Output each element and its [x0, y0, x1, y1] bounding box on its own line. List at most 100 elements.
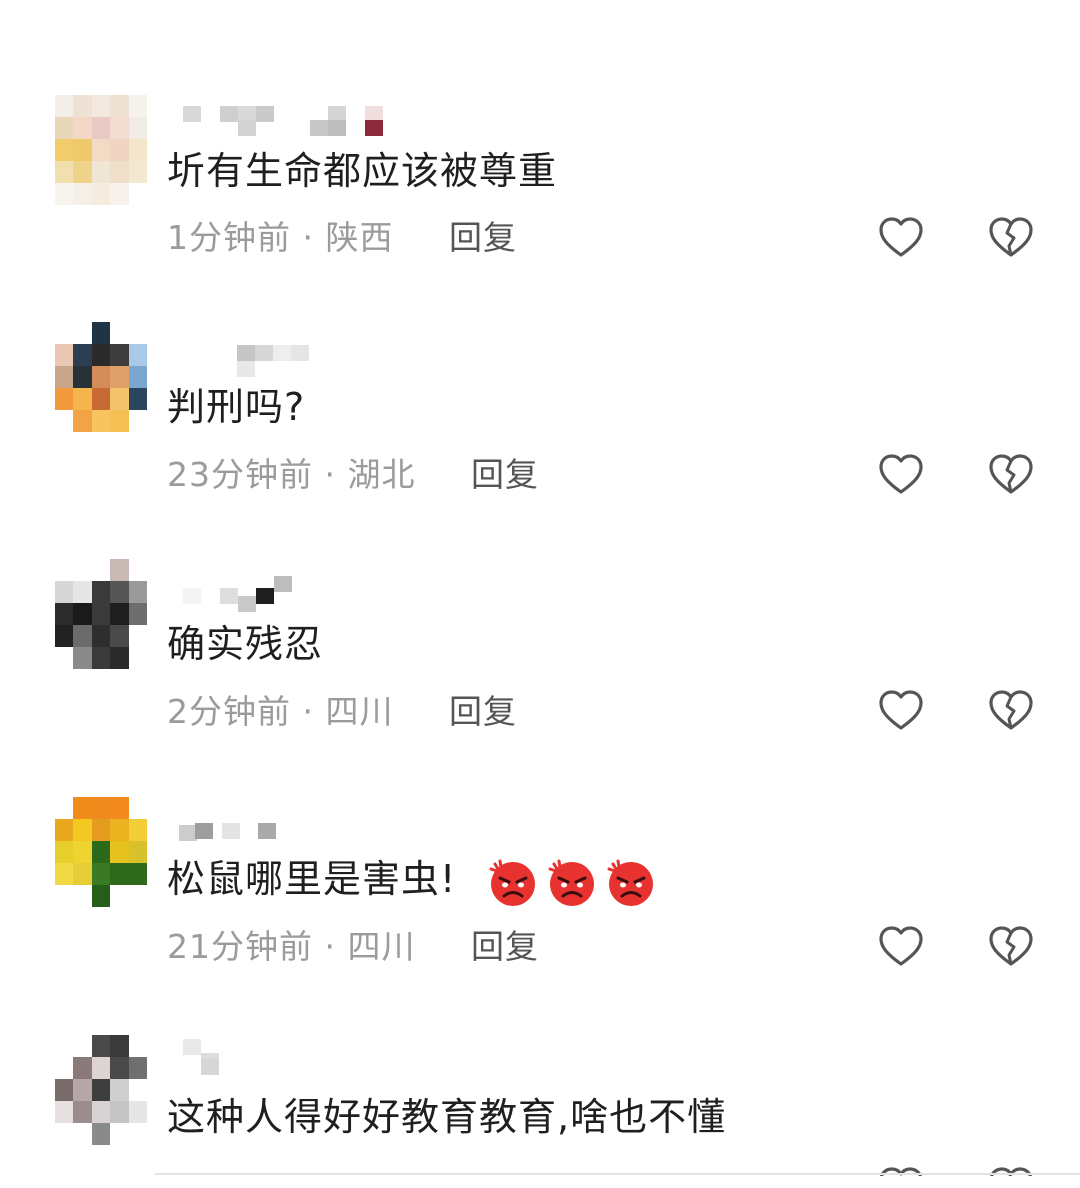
avatar-mosaic-tile	[91, 344, 111, 366]
comment-location: 陕西	[325, 218, 394, 257]
reply-button[interactable]: 回复	[449, 690, 517, 734]
avatar-mosaic-tile	[73, 344, 92, 366]
avatar-mosaic-tile	[91, 388, 111, 410]
avatar-mosaic-tile	[110, 95, 129, 117]
avatar[interactable]	[55, 559, 147, 669]
avatar-mosaic-tile	[110, 161, 129, 183]
comment-text: 这种人得好好教育教育,啥也不懂	[167, 1093, 726, 1141]
avatar-mosaic-tile	[91, 95, 111, 117]
comment-meta: 23分钟前 · 湖北 回复	[167, 453, 539, 497]
avatar-mosaic-tile	[91, 1057, 111, 1079]
avatar-mosaic-tile	[128, 344, 147, 366]
comment-text-label: 确实残忍	[167, 622, 324, 666]
avatar-mosaic-tile	[73, 647, 92, 669]
username-pixelated[interactable]	[175, 1039, 405, 1075]
avatar-mosaic-tile	[55, 117, 74, 139]
avatar-mosaic-tile	[55, 841, 74, 863]
avatar-mosaic-tile	[73, 388, 92, 410]
username-mosaic-tile	[220, 588, 238, 604]
avatar-mosaic-tile	[91, 1035, 111, 1057]
username-mosaic-tile	[183, 106, 201, 122]
username-pixelated[interactable]	[175, 100, 405, 136]
username-mosaic-tile	[195, 823, 213, 839]
avatar[interactable]	[55, 95, 147, 205]
avatar-mosaic-tile	[91, 161, 111, 183]
comment-time: 23分钟前	[167, 455, 313, 494]
avatar[interactable]	[55, 1035, 147, 1145]
heart-icon[interactable]	[877, 923, 925, 971]
avatar-mosaic-tile	[91, 797, 111, 819]
avatar-mosaic-tile	[91, 819, 111, 841]
avatar-mosaic-tile	[128, 603, 147, 625]
avatar-mosaic-tile	[73, 841, 92, 863]
avatar-mosaic-tile	[128, 581, 147, 603]
broken-heart-icon[interactable]	[987, 923, 1035, 971]
avatar-mosaic-tile	[110, 366, 129, 388]
avatar-mosaic-tile	[55, 863, 74, 885]
avatar-mosaic-tile	[55, 1079, 74, 1101]
avatar-mosaic-tile	[91, 647, 111, 669]
comment-location: 四川	[347, 927, 416, 966]
avatar-mosaic-tile	[55, 161, 74, 183]
avatar-mosaic-tile	[73, 625, 92, 647]
avatar-mosaic-tile	[91, 625, 111, 647]
heart-icon[interactable]	[877, 687, 925, 735]
avatar-mosaic-tile	[128, 161, 147, 183]
avatar-mosaic-tile	[110, 410, 129, 432]
username-mosaic-tile	[238, 596, 256, 612]
avatar-mosaic-tile	[128, 117, 147, 139]
broken-heart-icon[interactable]	[987, 687, 1035, 735]
reply-button[interactable]: 回复	[449, 216, 517, 260]
meta-separator: ·	[324, 927, 336, 966]
avatar-mosaic-tile	[110, 388, 129, 410]
username-pixelated[interactable]	[175, 574, 405, 612]
heart-icon[interactable]	[877, 214, 925, 262]
avatar-mosaic-tile	[73, 1057, 92, 1079]
reply-button[interactable]: 回复	[471, 453, 539, 497]
avatar-mosaic-tile	[55, 344, 74, 366]
comment-item: 圻有生命都应该被尊重 1分钟前 · 陕西 回复	[0, 95, 1080, 332]
avatar-mosaic-tile	[73, 581, 92, 603]
avatar-mosaic-tile	[91, 603, 111, 625]
avatar-mosaic-tile	[73, 863, 92, 885]
username-mosaic-tile	[201, 1059, 219, 1075]
avatar-mosaic-tile	[110, 1079, 129, 1101]
username-pixelated[interactable]	[175, 815, 405, 849]
avatar-mosaic-tile	[55, 183, 74, 205]
comment-text: 判刑吗?	[167, 383, 305, 431]
heart-icon[interactable]	[877, 451, 925, 499]
username-mosaic-tile	[310, 120, 328, 136]
broken-heart-icon[interactable]	[987, 451, 1035, 499]
avatar[interactable]	[55, 322, 147, 432]
avatar-mosaic-tile	[91, 1123, 111, 1145]
username-mosaic-tile	[291, 345, 309, 361]
avatar-mosaic-tile	[73, 117, 92, 139]
avatar[interactable]	[55, 797, 147, 907]
username-mosaic-tile	[258, 823, 276, 839]
avatar-mosaic-tile	[91, 366, 111, 388]
username-mosaic-tile	[365, 120, 383, 136]
avatar-mosaic-tile	[73, 161, 92, 183]
avatar-mosaic-tile	[91, 841, 111, 863]
avatar-mosaic-tile	[110, 819, 129, 841]
avatar-mosaic-tile	[73, 797, 92, 819]
comment-text: 确实残忍	[167, 620, 323, 668]
username-mosaic-tile	[256, 588, 274, 604]
username-mosaic-tile	[256, 106, 274, 122]
avatar-mosaic-tile	[110, 1035, 129, 1057]
avatar-mosaic-tile	[128, 819, 147, 841]
avatar-mosaic-tile	[128, 95, 147, 117]
avatar-mosaic-tile	[110, 863, 129, 885]
comment-item: 确实残忍 2分钟前 · 四川 回复	[0, 559, 1080, 796]
avatar-mosaic-tile	[73, 1079, 92, 1101]
avatar-mosaic-tile	[55, 625, 74, 647]
reply-button[interactable]: 回复	[471, 925, 539, 969]
meta-separator: ·	[324, 455, 336, 494]
broken-heart-icon[interactable]	[987, 214, 1035, 262]
avatar-mosaic-tile	[91, 117, 111, 139]
avatar-mosaic-tile	[128, 841, 147, 863]
avatar-mosaic-tile	[128, 388, 147, 410]
avatar-mosaic-tile	[73, 366, 92, 388]
username-pixelated[interactable]	[175, 339, 405, 377]
angry-face-emoji	[487, 856, 539, 908]
